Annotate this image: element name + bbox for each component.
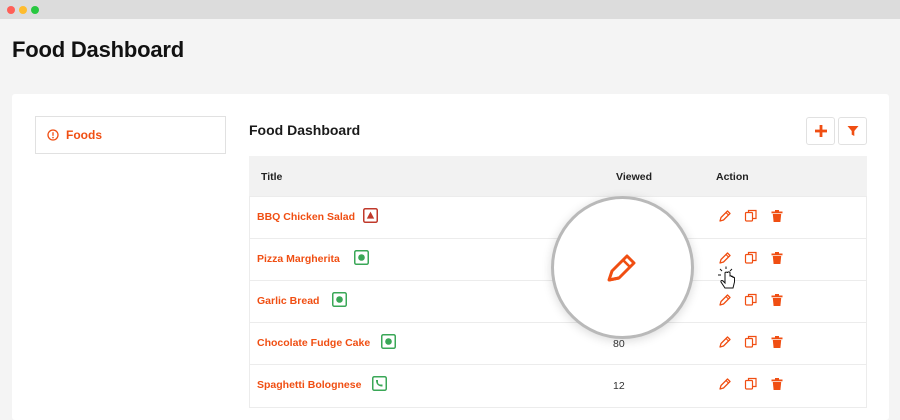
column-header-viewed: Viewed: [616, 171, 652, 183]
section-title: Food Dashboard: [249, 122, 361, 138]
close-window-button[interactable]: [7, 6, 15, 14]
filter-button[interactable]: [838, 117, 867, 145]
delete-icon[interactable]: [770, 335, 784, 349]
delete-icon[interactable]: [770, 377, 784, 391]
food-title-link[interactable]: Garlic Bread: [257, 295, 319, 307]
dot-badge-icon: [332, 292, 347, 307]
edit-icon: [607, 254, 635, 281]
column-header-title: Title: [261, 171, 283, 183]
window-titlebar: [0, 0, 900, 19]
edit-icon[interactable]: [718, 251, 732, 265]
magnified-edit-icon: [551, 196, 694, 339]
edit-icon[interactable]: [718, 377, 732, 391]
delete-icon[interactable]: [770, 293, 784, 307]
sidebar-item-label: Foods: [66, 128, 102, 142]
info-circle-icon: [47, 129, 59, 141]
table-header: Title Viewed Action: [249, 156, 867, 196]
edit-icon[interactable]: [718, 293, 732, 307]
edit-icon[interactable]: [718, 209, 732, 223]
sidebar-item-foods[interactable]: Foods: [35, 116, 226, 154]
copy-icon[interactable]: [744, 293, 758, 307]
edit-icon[interactable]: [718, 335, 732, 349]
food-title-link[interactable]: BBQ Chicken Salad: [257, 211, 355, 223]
plus-icon: [814, 125, 827, 137]
viewed-count: 80: [613, 338, 625, 350]
page-title: Food Dashboard: [12, 37, 184, 62]
hand-pointer-cursor-icon: [718, 266, 735, 289]
maximize-window-button[interactable]: [31, 6, 39, 14]
food-title-link[interactable]: Chocolate Fudge Cake: [257, 337, 370, 349]
column-header-action: Action: [716, 171, 749, 183]
copy-icon[interactable]: [744, 251, 758, 265]
leaf-badge-icon: [372, 376, 387, 391]
dot-badge-icon: [381, 334, 396, 349]
table-row: BBQ Chicken Salad: [249, 196, 867, 238]
filter-icon: [847, 126, 858, 136]
dot-badge-icon: [354, 250, 369, 265]
delete-icon[interactable]: [770, 251, 784, 265]
triangle-badge-icon: [363, 208, 378, 223]
minimize-window-button[interactable]: [19, 6, 27, 14]
copy-icon[interactable]: [744, 377, 758, 391]
table-row: Chocolate Fudge Cake 80: [249, 322, 867, 364]
delete-icon[interactable]: [770, 209, 784, 223]
viewed-count: 12: [613, 380, 625, 392]
add-food-button[interactable]: [806, 117, 835, 145]
food-title-link[interactable]: Pizza Margherita: [257, 253, 340, 265]
copy-icon[interactable]: [744, 209, 758, 223]
food-title-link[interactable]: Spaghetti Bolognese: [257, 379, 361, 391]
table-row: Spaghetti Bolognese 12: [249, 364, 867, 406]
copy-icon[interactable]: [744, 335, 758, 349]
